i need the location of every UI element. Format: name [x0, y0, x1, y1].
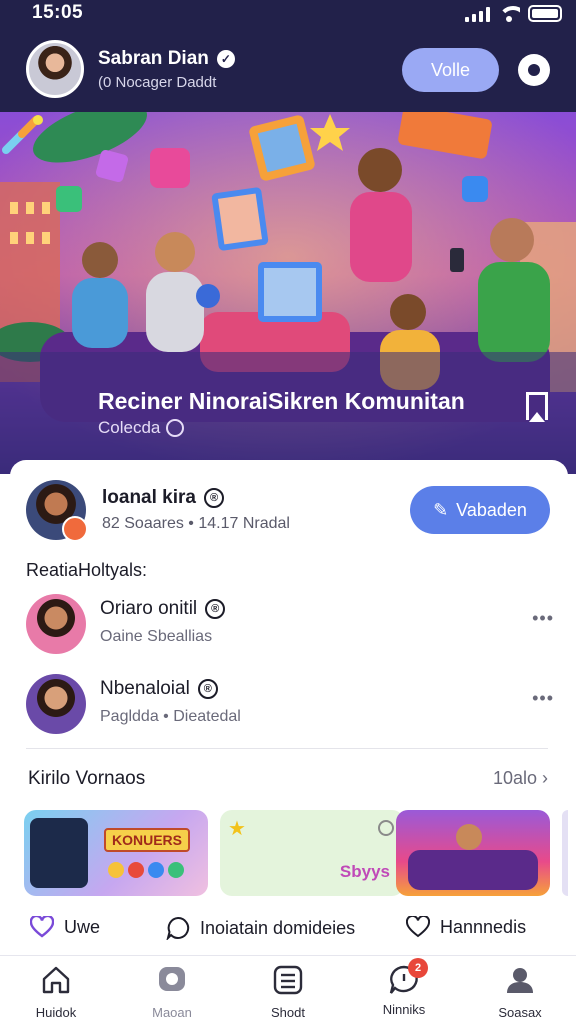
hero-title: Reciner NinoraiSikren Komunitan [98, 388, 465, 414]
scroll-peek [562, 810, 568, 896]
divider [26, 748, 548, 749]
owner-name-row: loanal kira ® [102, 487, 290, 509]
nav-item-list[interactable]: Shodt [238, 964, 338, 1020]
community-card: loanal kira ® 82 Soaares • 14.17 Nradal … [10, 460, 568, 960]
more-options-icon[interactable]: ••• [532, 688, 554, 709]
member-subtitle: Pagldda • Dieatedal [100, 708, 241, 725]
owner-meta-prefix: 82 [102, 515, 120, 532]
profile-name: Sabran Dian [98, 47, 209, 69]
status-icons [465, 5, 562, 22]
nav-label: Soasax [498, 1005, 542, 1020]
battery-icon [528, 5, 562, 22]
comment-icon [166, 916, 190, 940]
nav-item-home[interactable]: Huidok [6, 964, 106, 1020]
more-options-icon[interactable]: ••• [532, 608, 554, 629]
recommend-card[interactable] [396, 810, 550, 896]
like-label: Uwe [64, 916, 101, 937]
share-action[interactable]: Hannnedis [406, 916, 526, 938]
member-name: Nbenaloial [100, 678, 190, 699]
avatar[interactable] [26, 40, 84, 98]
info-icon[interactable] [378, 820, 394, 836]
profile-subtitle: (0 Nocager Daddt [98, 73, 217, 91]
share-label: Hannnedis [440, 916, 527, 937]
owner-row[interactable]: loanal kira ® 82 Soaares • 14.17 Nradal [26, 480, 290, 542]
bottom-navigation: Huidok Maoan Shodt 2 Ninniks Soasax [0, 955, 576, 1024]
profile-header[interactable]: Sabran Dian ✓ (0 Nocager Daddt [26, 40, 235, 98]
bookmark-icon[interactable] [526, 392, 548, 420]
owner-meta: 82 Soaares • 14.17 Nradal [102, 515, 290, 533]
hero-illustration [0, 112, 576, 474]
registered-icon: ® [204, 488, 224, 508]
nav-label: Ninniks [382, 1002, 426, 1017]
chat-icon [159, 967, 185, 991]
see-all-label: 10alo [492, 768, 537, 788]
list-icon [273, 965, 303, 995]
emoji-row [108, 862, 184, 878]
follow-button[interactable]: Volle [402, 48, 499, 92]
notifications-icon: 2 [388, 958, 428, 996]
nav-item-chat[interactable]: Maoan [122, 964, 222, 1020]
nav-label: Maoan [152, 1005, 192, 1020]
verified-badge-icon: ✓ [216, 49, 235, 68]
section-label: ReatiaHoltyals: [26, 560, 148, 580]
nav-label: Shodt [271, 1005, 305, 1020]
list-item[interactable]: Nbenaloial ® Pagldda • Dieatedal ••• [26, 672, 554, 738]
nav-item-profile[interactable]: Soasax [470, 964, 570, 1020]
settings-icon[interactable] [518, 54, 550, 86]
star-icon: ★ [228, 818, 246, 840]
chevron-right-icon: › [542, 768, 548, 788]
member-subtitle: Oaine Sbeallias [100, 628, 213, 645]
avatar[interactable] [26, 674, 86, 734]
list-item[interactable]: Oriaro onitil ® Oaine Sbeallias ••• [26, 592, 554, 658]
avatar[interactable] [26, 480, 88, 542]
see-all-link[interactable]: 10alo › [493, 768, 548, 789]
registered-icon: ® [197, 679, 218, 699]
member-name-row: Nbenaloial ® [100, 678, 218, 700]
wifi-icon [498, 5, 520, 22]
profile-name-row: Sabran Dian ✓ [98, 48, 235, 70]
owner-meta-text: Soaares • 14.17 Nradal [124, 515, 290, 532]
status-time: 15:05 [32, 2, 84, 23]
hero-subtitle: Colecda [98, 418, 161, 437]
recommend-card[interactable]: KONUERS [24, 810, 208, 896]
recommend-card-label: KONUERS [104, 828, 191, 852]
join-icon: ✎ [433, 499, 449, 520]
nav-item-notifications[interactable]: 2 Ninniks [354, 958, 454, 1017]
recommend-card-label: Sbyys [339, 862, 390, 881]
comment-action[interactable]: Inoiatain domideies [166, 916, 355, 940]
heart-outline-icon [406, 916, 430, 938]
hero-subtitle-row: Colecda [98, 418, 185, 438]
nav-label: Huidok [35, 1005, 77, 1020]
status-bar: 15:05 [0, 0, 576, 28]
member-name: Oriaro onitil [100, 598, 198, 619]
profile-icon [507, 968, 533, 993]
member-name-row: Oriaro onitil ® [100, 598, 226, 620]
notification-badge: 2 [408, 958, 428, 978]
recommend-title: Kirilo Vornaos [28, 768, 146, 789]
clock-icon [166, 419, 185, 437]
signal-icon [465, 6, 490, 22]
registered-icon: ® [205, 599, 226, 619]
join-label: Vabaden [456, 499, 527, 520]
recommend-card[interactable]: ★ Sbyys [220, 810, 404, 896]
comment-label: Inoiatain domideies [200, 917, 356, 938]
owner-name: loanal kira [102, 487, 196, 508]
like-action[interactable]: Uwe [30, 916, 100, 938]
heart-icon [30, 916, 54, 938]
community-logo-icon [2, 115, 43, 154]
home-icon [42, 966, 70, 994]
avatar[interactable] [26, 594, 86, 654]
community-hero-banner[interactable]: Reciner NinoraiSikren Komunitan Colecda [0, 112, 576, 474]
join-button[interactable]: ✎ Vabaden [410, 486, 550, 534]
app-header: 15:05 Sabran Dian ✓ (0 Nocager Daddt Vol… [0, 0, 576, 112]
